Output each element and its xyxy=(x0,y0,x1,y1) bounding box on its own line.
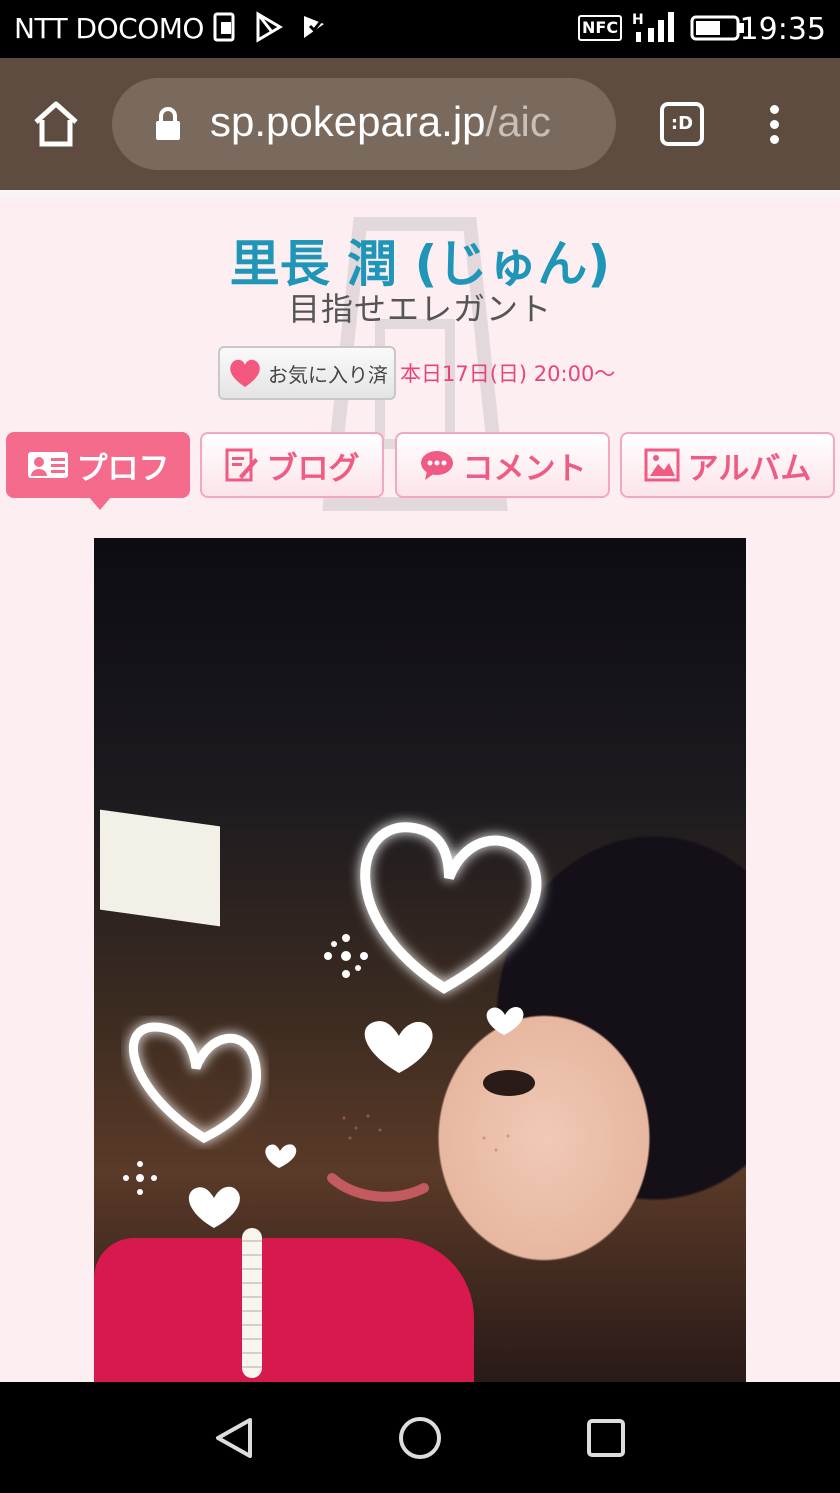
notification-icons xyxy=(212,10,330,44)
profile-photo[interactable] xyxy=(94,538,746,1382)
tab-album-label: アルバム xyxy=(687,450,812,487)
tab-blog[interactable]: ブログ xyxy=(200,432,384,498)
status-bar: NTT DOCOMO NFC H 19:35 xyxy=(0,0,840,58)
download-check-icon xyxy=(304,16,324,38)
tab-comment-label: コメント xyxy=(462,450,587,487)
tab-album[interactable]: アルバム xyxy=(620,432,835,498)
lock-icon xyxy=(156,107,180,140)
tab-profile-label: プロフ xyxy=(76,450,170,487)
work-schedule: 本日17日(日) 20:00〜 xyxy=(400,362,616,386)
battery-icon xyxy=(690,15,745,41)
home-circle-icon[interactable] xyxy=(398,1416,442,1460)
browser-toolbar: sp.pokepara.jp/aic :D xyxy=(0,58,840,190)
profile-card-icon xyxy=(27,452,68,478)
tab-blog-label: ブログ xyxy=(266,450,360,487)
back-icon[interactable] xyxy=(212,1416,256,1460)
cast-catchphrase: 目指せエレガント xyxy=(287,290,552,328)
browser-menu-button[interactable] xyxy=(762,102,786,150)
system-icons: NFC H xyxy=(578,10,746,46)
clock: 19:35 xyxy=(739,12,826,47)
sim-alert-icon xyxy=(213,12,235,42)
photo-heart-stickers xyxy=(123,822,542,1228)
url-text: sp.pokepara.jp/aic xyxy=(210,98,551,146)
page-content: 里長 潤 (じゅん) 目指せエレガント お気に入り済 本日17日(日) 20:0… xyxy=(0,190,840,1382)
tab-comment[interactable]: コメント xyxy=(395,432,610,498)
play-store-icon xyxy=(256,11,283,43)
favorite-button[interactable]: お気に入り済 xyxy=(218,346,396,400)
heart-icon xyxy=(230,359,260,387)
url-path: /aic xyxy=(485,98,551,145)
url-domain: sp.pokepara.jp xyxy=(210,98,486,145)
blog-edit-icon xyxy=(225,448,258,482)
home-icon xyxy=(34,101,78,147)
system-navigation-bar xyxy=(0,1382,840,1493)
album-image-icon xyxy=(644,448,680,482)
signal-icon: H xyxy=(632,12,675,42)
carrier-name: NTT DOCOMO xyxy=(14,12,204,45)
tab-switcher-button[interactable]: :D xyxy=(660,102,704,146)
recent-apps-icon[interactable] xyxy=(586,1418,626,1458)
favorite-button-label: お気に入り済 xyxy=(268,362,388,387)
profile-tabs: プロフ ブログ コメント アルバム xyxy=(0,432,840,512)
nfc-icon: NFC xyxy=(578,15,623,41)
home-button[interactable] xyxy=(30,98,82,150)
svg-text:H: H xyxy=(632,12,644,28)
tab-profile[interactable]: プロフ xyxy=(6,432,190,510)
address-bar[interactable]: sp.pokepara.jp/aic xyxy=(112,78,616,170)
comment-bubble-icon xyxy=(420,451,453,480)
